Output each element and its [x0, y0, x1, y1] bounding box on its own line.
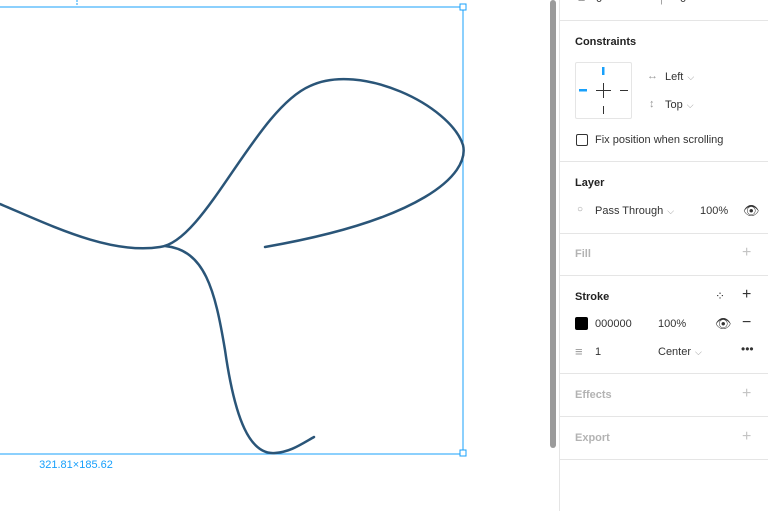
layer-section: Layer ○ Pass Through ⌵ 100% 👁 [560, 161, 768, 234]
properties-panel: ⊾ 0 | 0 ••• Constraints ↔ Left⌵ ↕ Top⌵ F… [559, 0, 768, 511]
chevron-down-icon: ⌵ [667, 206, 675, 216]
chevron-down-icon: ⌵ [695, 347, 702, 357]
eye-icon[interactable]: 👁 [715, 316, 732, 332]
design-canvas[interactable]: 321.81×185.62 [0, 0, 556, 511]
layer-title: Layer [575, 177, 605, 189]
blend-mode-select[interactable]: Pass Through ⌵ [595, 205, 674, 217]
stroke-weight[interactable]: 1 [595, 346, 601, 358]
remove-stroke-button[interactable]: − [742, 315, 751, 331]
top-constraint[interactable] [602, 67, 605, 75]
position-row: ⊾ 0 | 0 ••• [560, 0, 768, 8]
stroke-position-select[interactable]: Center ⌵ [658, 346, 702, 358]
stroke-opacity[interactable]: 100% [658, 318, 686, 330]
x-value[interactable]: 0 [596, 0, 602, 5]
blend-mode-icon: ○ [577, 204, 584, 215]
add-export-button[interactable]: + [742, 429, 751, 445]
vector-path[interactable] [0, 77, 465, 250]
fix-position-label: Fix position when scrolling [595, 134, 724, 146]
fill-section: Fill + [560, 233, 768, 276]
chevron-down-icon: ⌵ [687, 72, 695, 82]
export-title: Export [575, 432, 610, 444]
effects-section: Effects + [560, 373, 768, 417]
horizontal-arrow-icon: ↔ [647, 70, 658, 82]
vector-path-branch[interactable] [163, 244, 316, 455]
center-v-constraint[interactable] [603, 83, 604, 98]
effects-title: Effects [575, 389, 612, 401]
rotation-icon: ⊾ [577, 0, 586, 4]
more-icon[interactable]: ••• [743, 0, 755, 3]
resize-handle-top-right[interactable] [459, 3, 467, 11]
eye-icon[interactable]: 👁 [743, 203, 760, 219]
canvas-drawing [0, 0, 467, 457]
stroke-section: Stroke ⁘ + 000000 100% 👁 − ≡ 1 Center ⌵ •… [560, 275, 768, 374]
constraint-diagram-icon [579, 67, 628, 114]
chevron-down-icon: ⌵ [686, 100, 694, 110]
vertical-arrow-icon: ↕ [649, 98, 655, 110]
bottom-constraint[interactable] [603, 106, 604, 114]
layer-opacity[interactable]: 100% [700, 205, 728, 217]
stroke-color-hex[interactable]: 000000 [595, 318, 632, 330]
stroke-title: Stroke [575, 291, 610, 303]
export-section: Export + [560, 416, 768, 460]
fill-title: Fill [575, 248, 591, 260]
stroke-weight-icon: ≡ [575, 344, 583, 359]
fix-position-checkbox[interactable] [576, 134, 588, 146]
add-stroke-button[interactable]: + [742, 287, 751, 303]
constraint-widget[interactable] [575, 62, 632, 119]
more-options-icon[interactable]: ••• [741, 342, 754, 356]
add-fill-button[interactable]: + [742, 245, 751, 261]
constraints-title: Constraints [575, 36, 637, 48]
stroke-styles-icon[interactable]: ⁘ [715, 289, 725, 303]
resize-handle-bottom-right[interactable] [459, 449, 467, 457]
radius-icon: | [660, 0, 663, 5]
vertical-constraint-select[interactable]: Top ⌵ [665, 99, 694, 111]
add-effect-button[interactable]: + [742, 386, 751, 402]
constraints-section: Constraints ↔ Left ⌵ ↕ Top ⌵ Fix position … [560, 20, 768, 162]
horizontal-constraint-select[interactable]: Left ⌵ [665, 71, 694, 83]
left-constraint[interactable] [579, 89, 587, 92]
dimension-label: 321.81×185.62 [39, 459, 113, 471]
canvas-scrollbar[interactable] [550, 0, 556, 448]
y-value[interactable]: 0 [680, 0, 686, 5]
position-section: ⊾ 0 | 0 ••• [560, 0, 768, 21]
stroke-color-swatch[interactable] [575, 317, 588, 330]
right-constraint[interactable] [620, 90, 628, 91]
